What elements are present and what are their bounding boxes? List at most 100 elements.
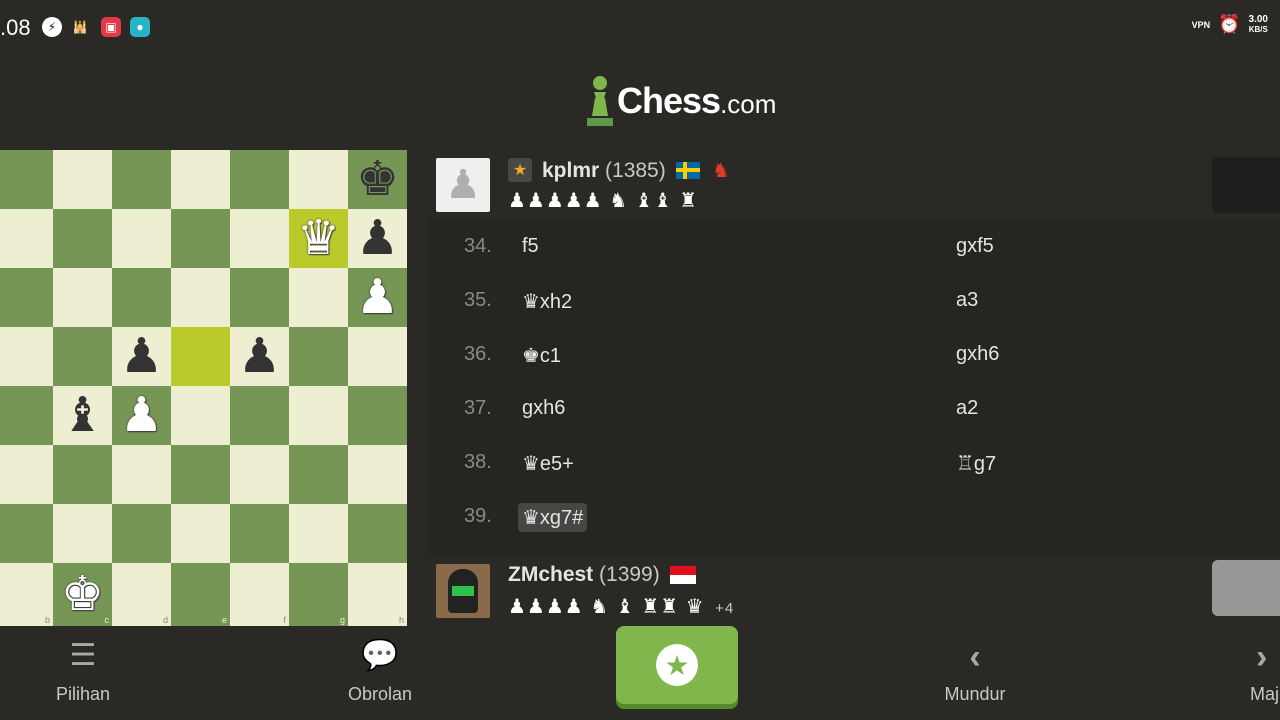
square-f2[interactable] [230,504,289,563]
white-move[interactable]: f5 [518,233,543,260]
square-d1[interactable]: d [112,563,171,626]
square-d2[interactable] [112,504,171,563]
white-queen-piece[interactable]: ♛ [297,214,340,263]
square-h1[interactable]: h [348,563,407,626]
black-pawn-piece[interactable]: ♟ [356,214,399,263]
white-move[interactable]: ♛e5+ [518,449,578,478]
square-h6[interactable]: ♟ [348,268,407,327]
square-e8[interactable] [171,150,230,209]
star-action-button[interactable]: ★ [616,626,738,704]
square-g5[interactable] [289,327,348,386]
square-b1[interactable]: b [0,563,53,626]
square-f8[interactable] [230,150,289,209]
black-move[interactable]: a3 [952,287,982,314]
white-king-piece[interactable]: ♚ [61,570,104,619]
square-g2[interactable] [289,504,348,563]
top-player-avatar[interactable]: ♟ [436,158,490,212]
square-b7[interactable] [0,209,53,268]
chat-bubble-icon: ● [130,17,150,37]
chat-button[interactable]: 💬 Obrolan [330,626,430,705]
square-c4[interactable]: ♝ [53,386,112,445]
square-c1[interactable]: ♚ c [53,563,112,626]
logo-text-suffix: .com [720,89,777,119]
square-d4[interactable]: ♟ [112,386,171,445]
square-e5[interactable] [171,327,230,386]
black-move[interactable]: a2 [952,395,982,422]
square-f6[interactable] [230,268,289,327]
chess-board[interactable]: ♚ ♛ ♟ ♟ ♟ ♟ ♝ ♟ b ♚ c d e f g h [0,150,410,626]
square-d7[interactable] [112,209,171,268]
top-player-name[interactable]: kplmr (1385) [542,159,666,183]
white-move[interactable]: ♛xh2 [518,287,576,316]
square-c8[interactable] [53,150,112,209]
black-bishop-piece[interactable]: ♝ [61,391,104,440]
white-move[interactable]: gxh6 [518,395,569,422]
square-g3[interactable] [289,445,348,504]
square-b3[interactable] [0,445,53,504]
square-c2[interactable] [53,504,112,563]
move-number: 34. [464,235,492,257]
square-d5[interactable]: ♟ [112,327,171,386]
bottom-player-name[interactable]: ZMchest (1399) [508,563,660,587]
white-pawn-piece[interactable]: ♟ [120,391,163,440]
black-move[interactable]: ♖g7 [952,449,1000,478]
square-h3[interactable] [348,445,407,504]
square-e6[interactable] [171,268,230,327]
move-number: 39. [464,505,492,527]
file-label: b [44,615,50,625]
square-d6[interactable] [112,268,171,327]
square-f7[interactable] [230,209,289,268]
square-e3[interactable] [171,445,230,504]
black-pawn-piece[interactable]: ♟ [238,332,281,381]
square-c5[interactable] [53,327,112,386]
top-player-username[interactable]: kplmr [542,159,599,182]
square-h8[interactable]: ♚ [348,150,407,209]
square-b5[interactable] [0,327,53,386]
square-g6[interactable] [289,268,348,327]
square-c3[interactable] [53,445,112,504]
square-b6[interactable] [0,268,53,327]
square-g4[interactable] [289,386,348,445]
square-f5[interactable]: ♟ [230,327,289,386]
bottom-player-avatar[interactable] [436,564,490,618]
square-h4[interactable] [348,386,407,445]
square-d8[interactable] [112,150,171,209]
captured-pieces: ♟♟♟♟ ♞ ♝ ♜♜ ♛ [508,596,705,618]
square-e4[interactable] [171,386,230,445]
white-move[interactable]: ♚c1 [518,341,565,370]
square-f4[interactable] [230,386,289,445]
square-h7[interactable]: ♟ [348,209,407,268]
square-c7[interactable] [53,209,112,268]
options-button[interactable]: ☰ Pilihan [40,626,126,705]
black-king-piece[interactable]: ♚ [356,155,399,204]
black-move[interactable]: gxf5 [952,233,998,260]
square-g7[interactable]: ♛ [289,209,348,268]
move-list: 34. f5 gxf5 35. ♛xh2 a3 36. ♚c1 gxh6 37.… [438,220,1280,550]
forward-button[interactable]: › Maj [1246,626,1280,705]
chevron-left-icon: ‹ [969,638,981,676]
square-d3[interactable] [112,445,171,504]
square-b8[interactable] [0,150,53,209]
bottom-player-clock [1212,560,1280,616]
white-pawn-piece[interactable]: ♟ [356,273,399,322]
square-e7[interactable] [171,209,230,268]
square-h2[interactable] [348,504,407,563]
square-e1[interactable]: e [171,563,230,626]
white-move-selected[interactable]: ♛xg7# [518,503,588,532]
square-h5[interactable] [348,327,407,386]
square-c6[interactable] [53,268,112,327]
square-b4[interactable] [0,386,53,445]
square-f1[interactable]: f [230,563,289,626]
back-button[interactable]: ‹ Mundur [930,626,1020,705]
square-f3[interactable] [230,445,289,504]
square-b2[interactable] [0,504,53,563]
top-player-clock [1212,157,1280,213]
top-player-rating: (1385) [605,159,666,182]
black-move[interactable]: gxh6 [952,341,1003,368]
square-g1[interactable]: g [289,563,348,626]
list-icon: ☰ [69,639,97,672]
bottom-player-username[interactable]: ZMchest [508,563,593,586]
square-g8[interactable] [289,150,348,209]
black-pawn-piece[interactable]: ♟ [120,332,163,381]
square-e2[interactable] [171,504,230,563]
